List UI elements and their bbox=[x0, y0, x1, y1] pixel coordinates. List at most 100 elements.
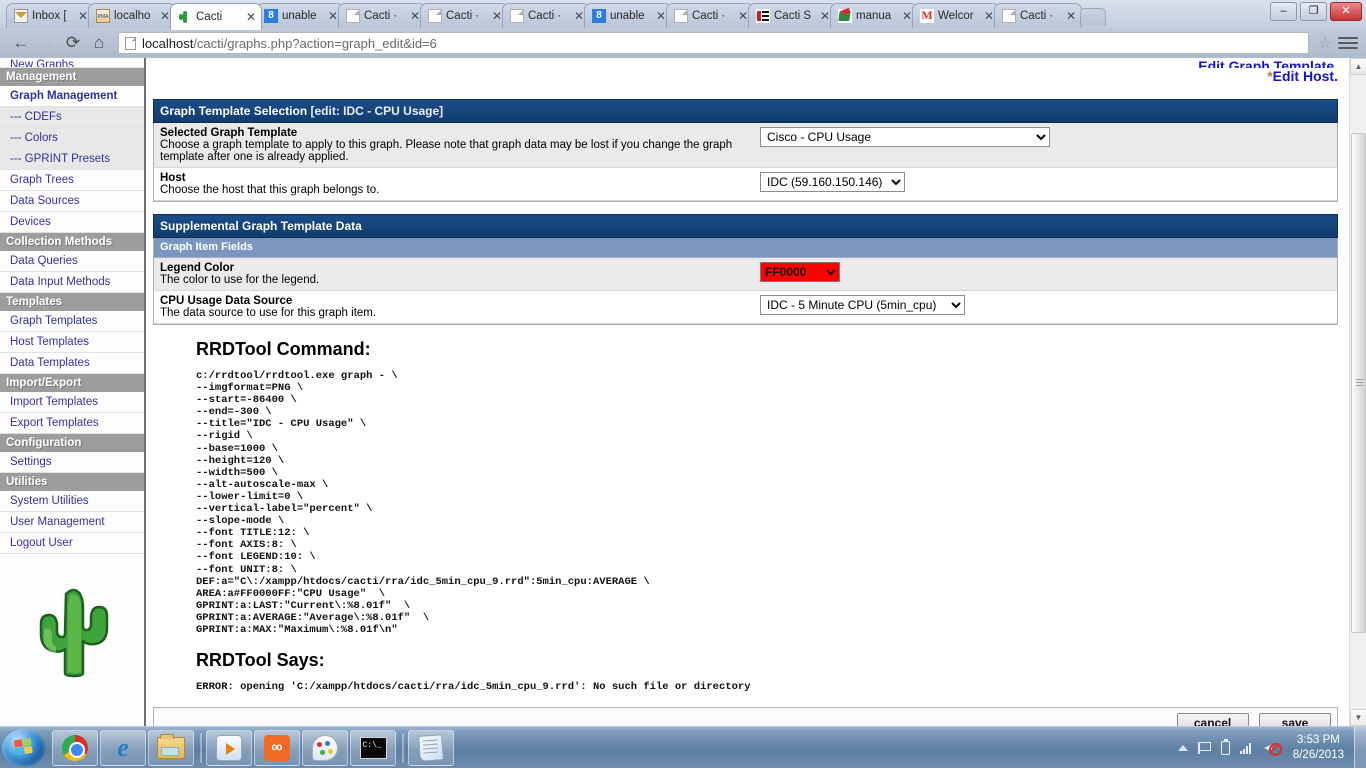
selected-graph-template-label: Selected Graph Template Choose a graph t… bbox=[160, 127, 758, 163]
sidebar-item-logout-user[interactable]: Logout User bbox=[0, 533, 144, 554]
browser-tab-2[interactable]: Cacti✕ bbox=[170, 3, 262, 30]
address-bar[interactable]: localhost/cacti/graphs.php?action=graph_… bbox=[118, 32, 1309, 54]
edit-graph-template-link[interactable]: Edit Graph Template. bbox=[1198, 58, 1338, 68]
sidebar-item-import-templates[interactable]: Import Templates bbox=[0, 392, 144, 413]
legend-color-select[interactable]: FF0000 bbox=[760, 262, 840, 282]
taskbar-separator bbox=[402, 733, 404, 763]
vertical-scrollbar[interactable]: ▲ ▼ bbox=[1349, 58, 1366, 726]
scroll-down-arrow-icon[interactable]: ▼ bbox=[1350, 709, 1366, 726]
browser-tab-9[interactable]: Cacti S✕ bbox=[748, 3, 836, 28]
window-controls: – ❐ ✕ bbox=[1270, 2, 1362, 21]
clock[interactable]: 3:53 PM 8/26/2013 bbox=[1287, 733, 1354, 763]
menu-icon[interactable] bbox=[1338, 37, 1358, 49]
table-row: Selected Graph Template Choose a graph t… bbox=[154, 123, 1337, 168]
cancel-button[interactable]: cancel bbox=[1177, 713, 1249, 726]
sidebar-header-collection-methods: Collection Methods bbox=[0, 233, 144, 251]
explorer-taskbar-button[interactable] bbox=[148, 730, 194, 766]
minimize-button[interactable]: – bbox=[1270, 2, 1297, 21]
browser-tab-10[interactable]: manua✕ bbox=[830, 3, 918, 28]
table-row: Host Choose the host that this graph bel… bbox=[154, 168, 1337, 201]
sidebar-item-graph-trees[interactable]: Graph Trees bbox=[0, 170, 144, 191]
browser-tab-title: Welcor bbox=[938, 10, 980, 22]
sidebar-item-data-input-methods[interactable]: Data Input Methods bbox=[0, 272, 144, 293]
sidebar-item-cdefs[interactable]: --- CDEFs bbox=[0, 107, 144, 128]
show-hidden-icons-icon[interactable] bbox=[1178, 745, 1188, 751]
home-icon[interactable]: ⌂ bbox=[86, 30, 112, 56]
bookmark-star-icon[interactable]: ☆ bbox=[1319, 34, 1332, 52]
sidebar-item-data-sources[interactable]: Data Sources bbox=[0, 191, 144, 212]
sidebar-item-user-management[interactable]: User Management bbox=[0, 512, 144, 533]
notepad-taskbar-button[interactable] bbox=[408, 730, 454, 766]
folder-icon bbox=[157, 737, 185, 759]
sidebar-item-graph-management[interactable]: Graph Management bbox=[0, 86, 144, 107]
scrollbar-thumb[interactable] bbox=[1351, 133, 1366, 633]
forward-icon[interactable]: → bbox=[34, 30, 60, 56]
command-prompt-taskbar-button[interactable] bbox=[350, 730, 396, 766]
reload-icon[interactable]: ⟳ bbox=[60, 30, 86, 56]
browser-tab-6[interactable]: Cacti ·✕ bbox=[502, 3, 590, 28]
sidebar-item-colors[interactable]: --- Colors bbox=[0, 128, 144, 149]
scroll-up-arrow-icon[interactable]: ▲ bbox=[1350, 58, 1366, 75]
battery-icon[interactable] bbox=[1221, 741, 1230, 755]
taskbar-buttons: e ∞ bbox=[52, 730, 456, 766]
cacti-icon bbox=[178, 10, 192, 24]
browser-tab-7[interactable]: 8unable✕ bbox=[584, 3, 672, 28]
scrollbar-grip-icon bbox=[1356, 379, 1363, 387]
internet-explorer-taskbar-button[interactable]: e bbox=[100, 730, 146, 766]
signal-icon[interactable] bbox=[1240, 742, 1254, 754]
browser-tab-12[interactable]: Cacti ·✕ bbox=[994, 3, 1082, 28]
form-action-bar: cancel save bbox=[153, 707, 1338, 726]
sidebar-item-data-queries[interactable]: Data Queries bbox=[0, 251, 144, 272]
sidebar-item-gprint-presets[interactable]: --- GPRINT Presets bbox=[0, 149, 144, 170]
browser-tab-5[interactable]: Cacti ·✕ bbox=[420, 3, 508, 28]
sidebar-header-management: Management bbox=[0, 68, 144, 86]
start-button[interactable] bbox=[2, 729, 46, 767]
paint-taskbar-button[interactable] bbox=[302, 730, 348, 766]
panel-title-edit-context: [edit: IDC - CPU Usage] bbox=[311, 104, 444, 118]
sidebar-item-data-templates[interactable]: Data Templates bbox=[0, 353, 144, 374]
browser-tab-0[interactable]: Inbox [✕ bbox=[6, 3, 94, 28]
google-icon: 8 bbox=[592, 9, 606, 23]
sidebar-item-graph-templates[interactable]: Graph Templates bbox=[0, 311, 144, 332]
cactus-icon bbox=[32, 582, 112, 682]
sidebar-item-host-templates[interactable]: Host Templates bbox=[0, 332, 144, 353]
sidebar-header-import-export: Import/Export bbox=[0, 374, 144, 392]
new-tab-button[interactable] bbox=[1080, 8, 1106, 26]
sidebar-item-system-utilities[interactable]: System Utilities bbox=[0, 491, 144, 512]
cactus-logo bbox=[0, 554, 144, 682]
document-icon bbox=[1002, 9, 1016, 23]
flag-icon[interactable] bbox=[1198, 742, 1211, 754]
chrome-taskbar-button[interactable] bbox=[52, 730, 98, 766]
tab-close-icon[interactable]: ✕ bbox=[245, 10, 257, 24]
browser-tab-1[interactable]: PMAlocalho✕ bbox=[88, 3, 176, 28]
field-description: The color to use for the legend. bbox=[160, 274, 319, 286]
top-links: Edit Graph Template. *Edit Host. bbox=[148, 58, 1348, 85]
sidebar-item-export-templates[interactable]: Export Templates bbox=[0, 413, 144, 434]
edit-host-link[interactable]: Edit Host. bbox=[1273, 68, 1338, 84]
maximize-button[interactable]: ❐ bbox=[1300, 2, 1327, 21]
save-button[interactable]: save bbox=[1259, 713, 1331, 726]
xampp-taskbar-button[interactable]: ∞ bbox=[254, 730, 300, 766]
show-desktop-button[interactable] bbox=[1354, 727, 1366, 769]
tab-close-icon[interactable]: ✕ bbox=[1065, 9, 1077, 23]
xampp-icon: ∞ bbox=[264, 735, 290, 761]
browser-tab-title: Cacti · bbox=[528, 10, 570, 22]
browser-tab-8[interactable]: Cacti ·✕ bbox=[666, 3, 754, 28]
media-player-taskbar-button[interactable] bbox=[206, 730, 252, 766]
sidebar-item-devices[interactable]: Devices bbox=[0, 212, 144, 233]
supplemental-graph-template-data-panel: Supplemental Graph Template Data Graph I… bbox=[148, 214, 1348, 325]
close-button[interactable]: ✕ bbox=[1330, 2, 1362, 21]
sidebar-item-new-graphs[interactable]: New Graphs bbox=[0, 58, 144, 68]
browser-tab-3[interactable]: 8unable✕ bbox=[256, 3, 344, 28]
browser-tab-4[interactable]: Cacti ·✕ bbox=[338, 3, 426, 28]
data-source-select[interactable]: IDC - 5 Minute CPU (5min_cpu) bbox=[760, 295, 965, 315]
volume-muted-icon[interactable] bbox=[1264, 741, 1282, 755]
paint-icon bbox=[312, 735, 338, 761]
host-select[interactable]: IDC (59.160.150.146) bbox=[760, 172, 905, 192]
sidebar-item-settings[interactable]: Settings bbox=[0, 452, 144, 473]
barchart-icon bbox=[756, 9, 770, 23]
graph-template-select[interactable]: Cisco - CPU Usage bbox=[760, 127, 1050, 147]
browser-tab-11[interactable]: MWelcor✕ bbox=[912, 3, 1000, 28]
back-icon[interactable]: ← bbox=[8, 30, 34, 56]
mail-icon bbox=[14, 9, 28, 23]
